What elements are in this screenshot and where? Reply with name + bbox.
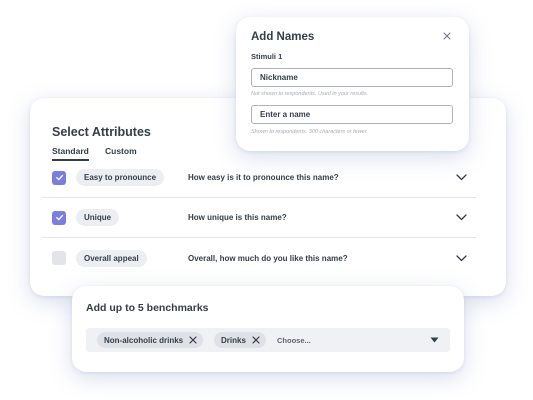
attribute-pill: Unique xyxy=(76,209,120,226)
benchmarks-card: Add up to 5 benchmarks Non-alcoholic dri… xyxy=(72,286,464,372)
chevron-down-icon[interactable] xyxy=(454,171,468,185)
close-icon[interactable] xyxy=(441,30,453,42)
attribute-checkbox-unchecked[interactable] xyxy=(52,251,66,265)
add-names-card: Add Names Stimuli 1 Not shown to respond… xyxy=(236,17,469,151)
attribute-question: Overall, how much do you like this name? xyxy=(188,253,348,263)
attribute-checkbox-checked[interactable] xyxy=(52,210,66,225)
name-input[interactable] xyxy=(251,105,453,124)
caret-down-icon[interactable] xyxy=(429,336,439,344)
benchmarks-title: Add up to 5 benchmarks xyxy=(86,302,209,314)
attribute-pill: Easy to pronounce xyxy=(76,169,165,186)
close-icon[interactable] xyxy=(252,336,260,344)
chevron-down-icon[interactable] xyxy=(454,251,468,265)
name-helper-text: Shown to respondents. 300 characters or … xyxy=(251,129,368,135)
select-attributes-title: Select Attributes xyxy=(52,125,151,139)
nickname-helper-text: Not shown to respondents. Used in your r… xyxy=(251,91,369,97)
stimuli-label: Stimuli 1 xyxy=(251,52,283,61)
attribute-pill: Overall appeal xyxy=(76,249,147,267)
benchmark-chip: Drinks xyxy=(214,332,266,348)
tab-custom[interactable]: Custom xyxy=(105,146,137,156)
chevron-down-icon[interactable] xyxy=(454,211,468,225)
benchmark-chip-label: Non-alcoholic drinks xyxy=(104,335,184,345)
benchmarks-select[interactable]: Non-alcoholic drinks Drinks xyxy=(86,328,450,352)
close-icon[interactable] xyxy=(189,336,197,344)
benchmark-search-input[interactable] xyxy=(277,333,417,347)
benchmark-chip-label: Drinks xyxy=(221,335,246,345)
attribute-question: How easy is it to pronounce this name? xyxy=(188,173,339,182)
attribute-row: Overall appeal Overall, how much do you … xyxy=(42,238,476,278)
benchmark-chip: Non-alcoholic drinks xyxy=(97,332,204,348)
nickname-input[interactable] xyxy=(251,68,453,87)
checkmark-icon xyxy=(55,214,63,221)
add-names-title: Add Names xyxy=(251,31,315,43)
attribute-question: How unique is this name? xyxy=(188,213,287,222)
attribute-checkbox-checked[interactable] xyxy=(52,170,66,185)
attribute-row: Easy to pronounce How easy is it to pron… xyxy=(42,158,476,198)
checkmark-icon xyxy=(55,174,63,181)
attribute-row: Unique How unique is this name? xyxy=(42,198,476,238)
